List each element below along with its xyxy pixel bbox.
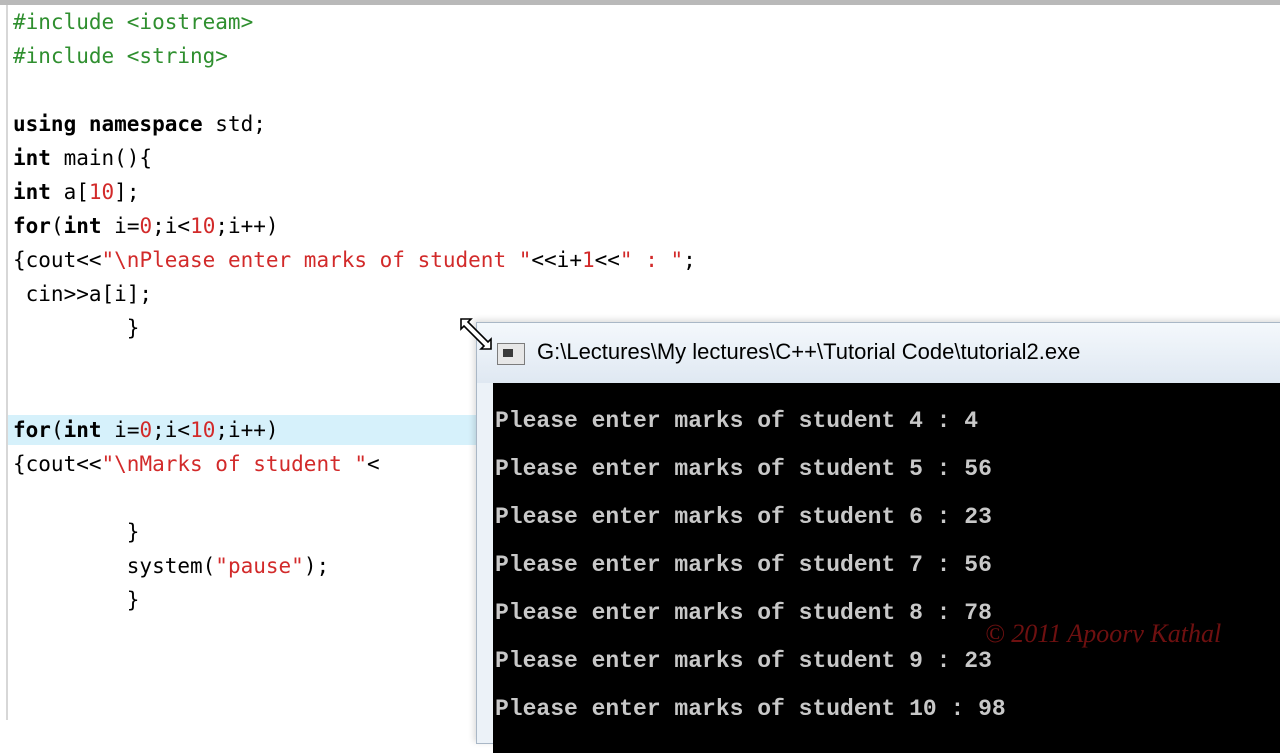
code-token: } [13, 588, 140, 612]
code-token: ;i++) [215, 214, 279, 238]
code-line: {cout<<"\nPlease enter marks of student … [13, 243, 696, 277]
code-token: for [13, 214, 51, 238]
code-line: {cout<<"\nMarks of student "< [13, 447, 380, 481]
code-token: 10 [88, 180, 115, 204]
code-token: ( [50, 214, 64, 238]
code-token: < [367, 452, 380, 476]
code-token: 10 [190, 418, 216, 442]
code-token: cin>>a[i]; [13, 282, 153, 306]
console-titlebar[interactable]: G:\Lectures\My lectures\C++\Tutorial Cod… [477, 323, 1280, 383]
code-line: for(int i=0;i<10;i++) [13, 413, 279, 447]
code-line: } [13, 515, 140, 549]
console-output[interactable]: Please enter marks of student 4 : 4 Pleas… [493, 383, 1280, 753]
console-line: Please enter marks of student 7 : 56 [495, 552, 992, 578]
code-token: ); [303, 554, 330, 578]
code-token: ( [50, 418, 64, 442]
code-token: " : " [619, 248, 684, 272]
code-line: cin>>a[i]; [13, 277, 152, 311]
editor-margin-rule [6, 5, 8, 720]
code-token: {cout<< [13, 452, 102, 476]
code-token: ; [683, 248, 696, 272]
code-token: a[ [63, 180, 89, 204]
code-token: ;i< [152, 214, 191, 238]
console-line: Please enter marks of student 5 : 56 [495, 456, 992, 482]
console-line: Please enter marks of student 4 : 4 [495, 408, 979, 434]
code-token: i= [114, 214, 140, 238]
console-line: Please enter marks of student 9 : 23 [495, 648, 992, 674]
console-line: Please enter marks of student 8 : 78 [495, 600, 992, 626]
code-token: int [63, 214, 115, 238]
code-line: #include <iostream> [13, 5, 253, 39]
code-line: } [13, 583, 140, 617]
code-line: } [13, 311, 140, 345]
code-token: for [13, 418, 51, 442]
code-token: "\nMarks of student " [101, 452, 368, 476]
code-token: std; [215, 112, 266, 136]
console-window[interactable]: G:\Lectures\My lectures\C++\Tutorial Cod… [476, 322, 1280, 753]
console-title: G:\Lectures\My lectures\C++\Tutorial Cod… [537, 339, 1081, 364]
code-token: int [63, 418, 115, 442]
code-token: } [13, 316, 140, 340]
code-token: i= [114, 418, 140, 442]
code-token: 10 [190, 214, 216, 238]
code-line: int main(){ [13, 141, 152, 175]
code-token: << [594, 248, 620, 272]
code-token: using namespace [13, 112, 216, 136]
code-line: system("pause"); [13, 549, 329, 583]
code-token: #include <iostream> [13, 10, 254, 34]
code-token: main(){ [63, 146, 153, 170]
watermark: © 2011 Apoorv Kathal [985, 619, 1222, 648]
code-token: int [13, 146, 64, 170]
code-token: system( [13, 554, 216, 578]
resize-cursor-icon [460, 318, 492, 350]
code-token: ;i++) [215, 418, 279, 442]
code-token: "\nPlease enter marks of student " [101, 248, 532, 272]
code-line: int a[10]; [13, 175, 139, 209]
code-line: for(int i=0;i<10;i++) [13, 209, 279, 243]
code-line: using namespace std; [13, 107, 266, 141]
code-token: #include <string> [13, 44, 228, 68]
code-token: ]; [114, 180, 140, 204]
code-line: #include <string> [13, 39, 228, 73]
code-token: } [13, 520, 140, 544]
code-token: "pause" [215, 554, 304, 578]
code-token: 1 [581, 248, 595, 272]
code-token: 0 [139, 214, 153, 238]
code-token: <<i+ [531, 248, 582, 272]
console-app-icon [497, 343, 525, 365]
code-token: 0 [139, 418, 153, 442]
code-token: int [13, 180, 64, 204]
code-token: {cout<< [13, 248, 102, 272]
console-line: Please enter marks of student 6 : 23 [495, 504, 992, 530]
code-token: ;i< [152, 418, 191, 442]
console-line: Please enter marks of student 10 : 98 [495, 696, 1006, 722]
